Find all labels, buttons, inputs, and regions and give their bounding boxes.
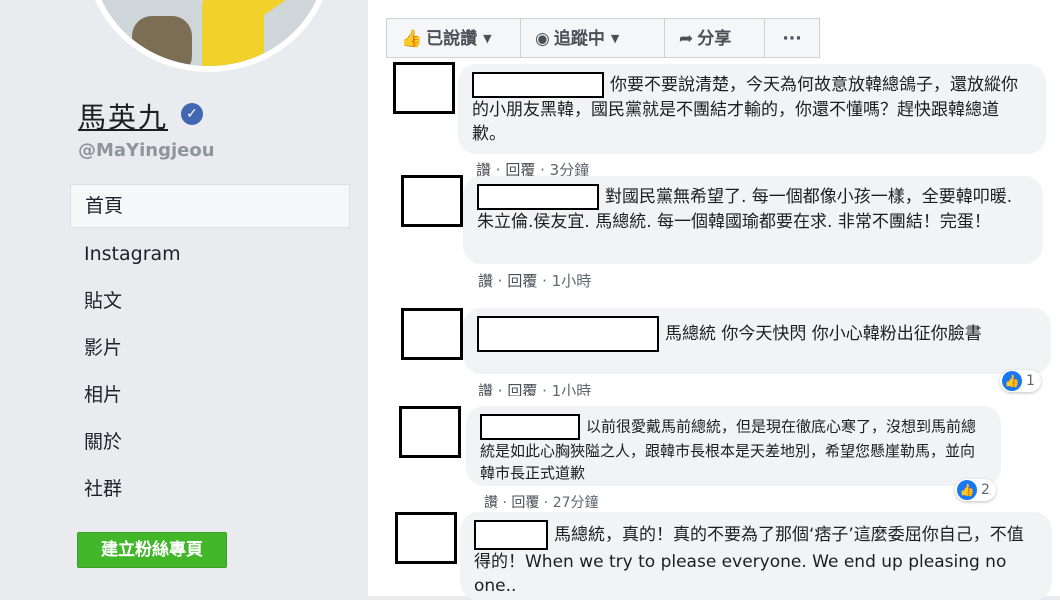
like-reaction-icon: 👍 [957, 480, 977, 500]
comment-time: 1小時 [551, 382, 592, 396]
redacted-username [480, 414, 580, 440]
nav-item-posts[interactable]: 貼文 [70, 279, 350, 326]
comment-avatar[interactable] [395, 512, 457, 564]
reply-link[interactable]: 回覆 [507, 272, 537, 290]
thumbs-up-icon: 👍 [401, 29, 423, 49]
comment-text: 馬總統，真的！真的不要為了那個‘痞子’這麼委屈你自己，不值得的！When we … [474, 525, 1024, 596]
profile-avatar[interactable] [86, 0, 332, 72]
nav-item-about[interactable]: 關於 [70, 420, 350, 467]
comment-meta: 讚 · 回覆 · 1小時 [478, 272, 592, 290]
reply-link[interactable]: 回覆 [507, 382, 537, 396]
comment-avatar[interactable] [401, 175, 463, 227]
nav-item-instagram[interactable]: Instagram [70, 232, 350, 279]
profile-photo [92, 0, 326, 66]
share-button[interactable]: ➦ 分享 [664, 18, 765, 58]
comment-bubble: 馬總統，真的！真的不要為了那個‘痞子’這麼委屈你自己，不值得的！When we … [460, 512, 1052, 600]
like-reaction-icon: 👍 [1002, 371, 1022, 391]
page-title[interactable]: 馬英九 [78, 96, 168, 136]
comment-time: 1小時 [551, 272, 592, 290]
caret-down-icon: ▼ [610, 32, 620, 45]
redacted-username [472, 72, 604, 98]
redacted-username [477, 316, 659, 352]
more-button[interactable]: ··· [764, 18, 820, 58]
like-link[interactable]: 讚 [478, 382, 493, 396]
page-handle: @MaYingjeou [78, 140, 215, 161]
comment-time: 27分鐘 [552, 495, 599, 511]
following-button[interactable]: ◉ 追蹤中 ▼ [520, 18, 665, 58]
verified-badge-icon: ✓ [181, 103, 203, 125]
left-sidebar: 馬英九 ✓ @MaYingjeou 首頁 Instagram 貼文 影片 相片 … [0, 0, 368, 596]
page-nav: 首頁 Instagram 貼文 影片 相片 關於 社群 [70, 184, 350, 514]
like-link[interactable]: 讚 [484, 495, 498, 511]
comment-meta: 讚 · 回覆 · 1小時 [478, 380, 591, 396]
liked-button[interactable]: 👍 已說讚 ▼ [386, 18, 521, 58]
rss-icon: ◉ [535, 29, 550, 49]
comment-bubble: 以前很愛戴馬前總統，但是現在徹底心寒了，沒想到馬前總統是如此心胸狹隘之人，跟韓市… [466, 406, 1001, 486]
nav-item-community[interactable]: 社群 [70, 467, 350, 514]
reaction-count[interactable]: 👍 1 [1000, 370, 1041, 392]
share-arrow-icon: ➦ [679, 29, 694, 49]
comment-text: 馬總統 你今天快閃 你小心韓粉出征你臉書 [665, 324, 982, 344]
nav-item-home[interactable]: 首頁 [70, 184, 350, 228]
reaction-count[interactable]: 👍 2 [955, 479, 996, 501]
redacted-username [474, 520, 548, 550]
comment-avatar[interactable] [399, 406, 461, 458]
reply-link[interactable]: 回覆 [511, 495, 539, 511]
nav-item-photos[interactable]: 相片 [70, 373, 350, 420]
comment-bubble: 你要不要說清楚，今天為何故意放韓總鴿子，還放縱你的小朋友黑韓，國民黨就是不團結才… [458, 64, 1046, 154]
comment-bubble: 對國民黨無希望了. 每一個都像小孩一樣，全要韓叩暖. 朱立倫.侯友宜. 馬總統.… [463, 176, 1043, 264]
create-page-button[interactable]: 建立粉絲專頁 [77, 532, 227, 568]
nav-item-videos[interactable]: 影片 [70, 326, 350, 373]
redacted-username [477, 184, 599, 210]
comment-meta: 讚 · 回覆 · 27分鐘 [484, 495, 599, 511]
comment-avatar[interactable] [401, 308, 463, 360]
caret-down-icon: ▼ [483, 32, 492, 45]
comment-avatar[interactable] [393, 62, 455, 114]
comment-bubble: 馬總統 你今天快閃 你小心韓粉出征你臉書 [463, 308, 1051, 374]
like-link[interactable]: 讚 [478, 272, 493, 290]
